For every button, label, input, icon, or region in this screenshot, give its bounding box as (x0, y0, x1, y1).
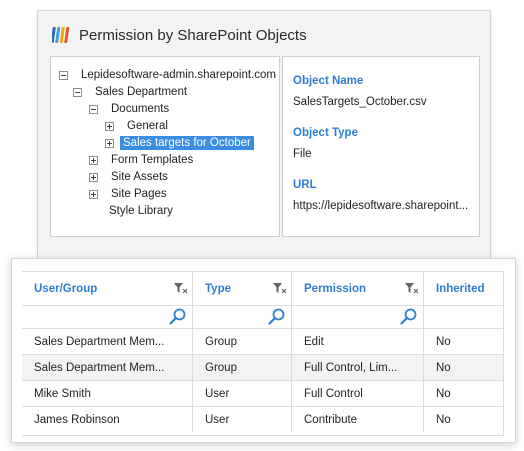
sharepoint-logo-icon (52, 27, 70, 43)
tree-node-sales-targets[interactable]: Sales targets for October (105, 134, 254, 152)
filter-cell-inherited (424, 305, 503, 328)
cell-permission: Full Control (292, 381, 424, 406)
tree-node-site-assets[interactable]: Site Assets (89, 168, 171, 186)
permissions-grid-panel: User/Group Type Permission Inherited Sal… (11, 258, 516, 443)
tree-node-site[interactable]: Lepidesoftware-admin.sharepoint.com (59, 66, 279, 84)
cell-user-group: Mike Smith (22, 381, 193, 406)
collapse-icon[interactable] (89, 104, 98, 114)
cell-inherited: No (436, 387, 451, 400)
table-header-row: User/Group Type Permission Inherited (22, 272, 503, 306)
tree-node-sales-department[interactable]: Sales Department (73, 83, 190, 101)
filter-cell-type[interactable] (193, 305, 292, 328)
cell-permission: Full Control, Lim... (292, 355, 424, 380)
table-filter-row (22, 305, 503, 329)
tree-node-form-templates[interactable]: Form Templates (89, 151, 196, 169)
cell-type: User (193, 407, 292, 432)
tree-node-label[interactable]: Style Library (106, 204, 176, 218)
column-header-user-group[interactable]: User/Group (22, 272, 193, 305)
table-row[interactable]: Mike Smith User Full Control No (22, 381, 503, 407)
column-header-inherited[interactable]: Inherited (424, 272, 503, 305)
tree-node-label[interactable]: Site Pages (108, 187, 170, 201)
object-name-value: SalesTargets_October.csv (293, 96, 427, 108)
search-icon[interactable] (169, 308, 186, 325)
cell-permission: Edit (292, 329, 424, 354)
tree-node-label[interactable]: Lepidesoftware-admin.sharepoint.com (78, 68, 279, 82)
object-details: Object Name SalesTargets_October.csv Obj… (282, 56, 480, 237)
table-row[interactable]: James Robinson User Contribute No (22, 407, 503, 432)
object-type-value: File (293, 148, 312, 160)
column-header-label: Type (205, 282, 231, 295)
cell-user-group: James Robinson (22, 407, 193, 432)
cell-type: Group (193, 329, 292, 354)
collapse-icon[interactable] (73, 87, 82, 97)
tree-node-label[interactable]: Site Assets (108, 170, 171, 184)
cell-inherited: No (436, 361, 451, 374)
table-row[interactable]: Sales Department Mem... Group Full Contr… (22, 355, 503, 381)
cell-user-group: Sales Department Mem... (22, 329, 193, 354)
cell-inherited: No (436, 413, 451, 426)
table-row[interactable]: Sales Department Mem... Group Edit No (22, 329, 503, 355)
column-header-label: Permission (304, 282, 366, 295)
permission-panel: Permission by SharePoint Objects Lepides… (37, 10, 491, 260)
object-type-label: Object Type (293, 127, 358, 139)
permissions-table: User/Group Type Permission Inherited Sal… (22, 271, 504, 436)
page-title: Permission by SharePoint Objects (79, 26, 307, 44)
url-label: URL (293, 179, 317, 191)
url-value: https://lepidesoftware.sharepoint... (293, 200, 469, 212)
expand-icon[interactable] (89, 189, 98, 199)
column-header-label: User/Group (34, 282, 98, 295)
tree-node-label[interactable]: Sales Department (92, 85, 190, 99)
search-icon[interactable] (400, 308, 417, 325)
tree-node-documents[interactable]: Documents (89, 100, 172, 118)
tree-node-general[interactable]: General (105, 117, 171, 135)
expand-icon[interactable] (105, 121, 114, 131)
column-header-label: Inherited (436, 282, 485, 295)
column-header-permission[interactable]: Permission (292, 272, 424, 305)
tree-node-site-pages[interactable]: Site Pages (89, 185, 170, 203)
tree-node-style-library[interactable]: Style Library (106, 202, 176, 220)
filter-cell-user-group[interactable] (22, 305, 193, 328)
cell-inherited: No (436, 335, 451, 348)
cell-type: Group (193, 355, 292, 380)
tree-node-label[interactable]: Sales targets for October (120, 136, 254, 150)
search-icon[interactable] (268, 308, 285, 325)
filter-cell-permission[interactable] (292, 305, 424, 328)
expand-icon[interactable] (89, 172, 98, 182)
cell-permission: Contribute (292, 407, 424, 432)
panel-header: Permission by SharePoint Objects (52, 23, 307, 47)
filter-icon[interactable] (273, 283, 286, 294)
filter-icon[interactable] (405, 283, 418, 294)
cell-user-group: Sales Department Mem... (22, 355, 193, 380)
expand-icon[interactable] (89, 155, 98, 165)
cell-type: User (193, 381, 292, 406)
tree-node-label[interactable]: General (124, 119, 171, 133)
filter-icon[interactable] (174, 283, 187, 294)
expand-icon[interactable] (105, 138, 114, 148)
object-tree: Lepidesoftware-admin.sharepoint.com Sale… (50, 56, 280, 237)
tree-node-label[interactable]: Documents (108, 102, 172, 116)
object-name-label: Object Name (293, 75, 364, 87)
tree-node-label[interactable]: Form Templates (108, 153, 196, 167)
column-header-type[interactable]: Type (193, 272, 292, 305)
collapse-icon[interactable] (59, 70, 68, 80)
